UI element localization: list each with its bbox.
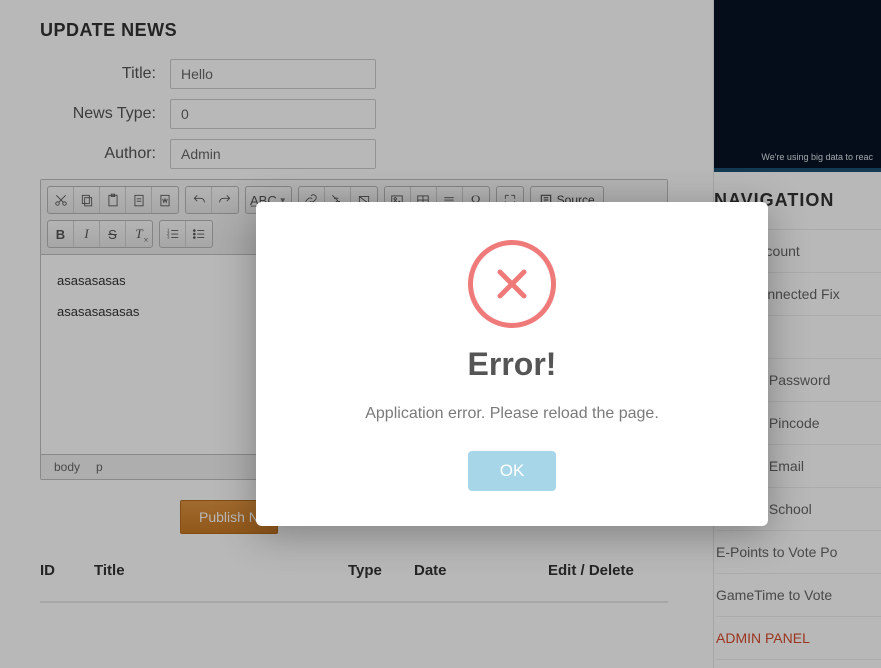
svg-text:3: 3 <box>167 235 170 240</box>
path-body[interactable]: body <box>51 459 83 475</box>
video-thumbnail[interactable]: We're using big data to reac <box>714 0 881 172</box>
paste-word-icon[interactable] <box>152 187 178 213</box>
modal-title: Error! <box>468 346 557 383</box>
newstype-label: News Type: <box>40 105 170 123</box>
undo-icon[interactable] <box>186 187 212 213</box>
paste-text-icon[interactable] <box>126 187 152 213</box>
col-date: Date <box>414 562 524 579</box>
remove-format-icon[interactable]: T× <box>126 221 152 247</box>
col-id: ID <box>40 562 70 579</box>
nav-item[interactable]: »GameTime to Vote <box>716 574 881 617</box>
copy-icon[interactable] <box>74 187 100 213</box>
italic-icon[interactable]: I <box>74 221 100 247</box>
col-title: Title <box>94 562 324 579</box>
nav-item[interactable]: »ADMIN PANEL <box>716 617 881 660</box>
col-edit-delete: Edit / Delete <box>548 562 634 579</box>
redo-icon[interactable] <box>212 187 238 213</box>
col-type: Type <box>348 562 390 579</box>
modal-message: Application error. Please reload the pag… <box>365 405 659 423</box>
title-label: Title: <box>40 65 170 83</box>
author-input[interactable] <box>170 139 376 169</box>
video-caption: We're using big data to reac <box>761 152 873 162</box>
numbered-list-icon[interactable]: 123 <box>160 221 186 247</box>
bullet-list-icon[interactable] <box>186 221 212 247</box>
nav-item-label: GameTime to Vote <box>716 587 832 603</box>
title-input[interactable] <box>170 59 376 89</box>
nav-item-label: E-Points to Vote Po <box>716 544 837 560</box>
news-table-header: ID Title Type Date Edit / Delete <box>40 562 668 603</box>
error-icon <box>468 240 556 328</box>
error-modal: Error! Application error. Please reload … <box>256 202 768 526</box>
cut-icon[interactable] <box>48 187 74 213</box>
author-label: Author: <box>40 145 170 163</box>
path-p[interactable]: p <box>93 459 106 475</box>
ok-button[interactable]: OK <box>468 451 556 491</box>
strike-icon[interactable]: S <box>100 221 126 247</box>
nav-item[interactable]: »E-Points to Vote Po <box>716 531 881 574</box>
paste-icon[interactable] <box>100 187 126 213</box>
page-title: UPDATE NEWS <box>40 20 685 41</box>
bold-icon[interactable]: B <box>48 221 74 247</box>
newstype-input[interactable] <box>170 99 376 129</box>
nav-item-label: ADMIN PANEL <box>716 630 810 646</box>
